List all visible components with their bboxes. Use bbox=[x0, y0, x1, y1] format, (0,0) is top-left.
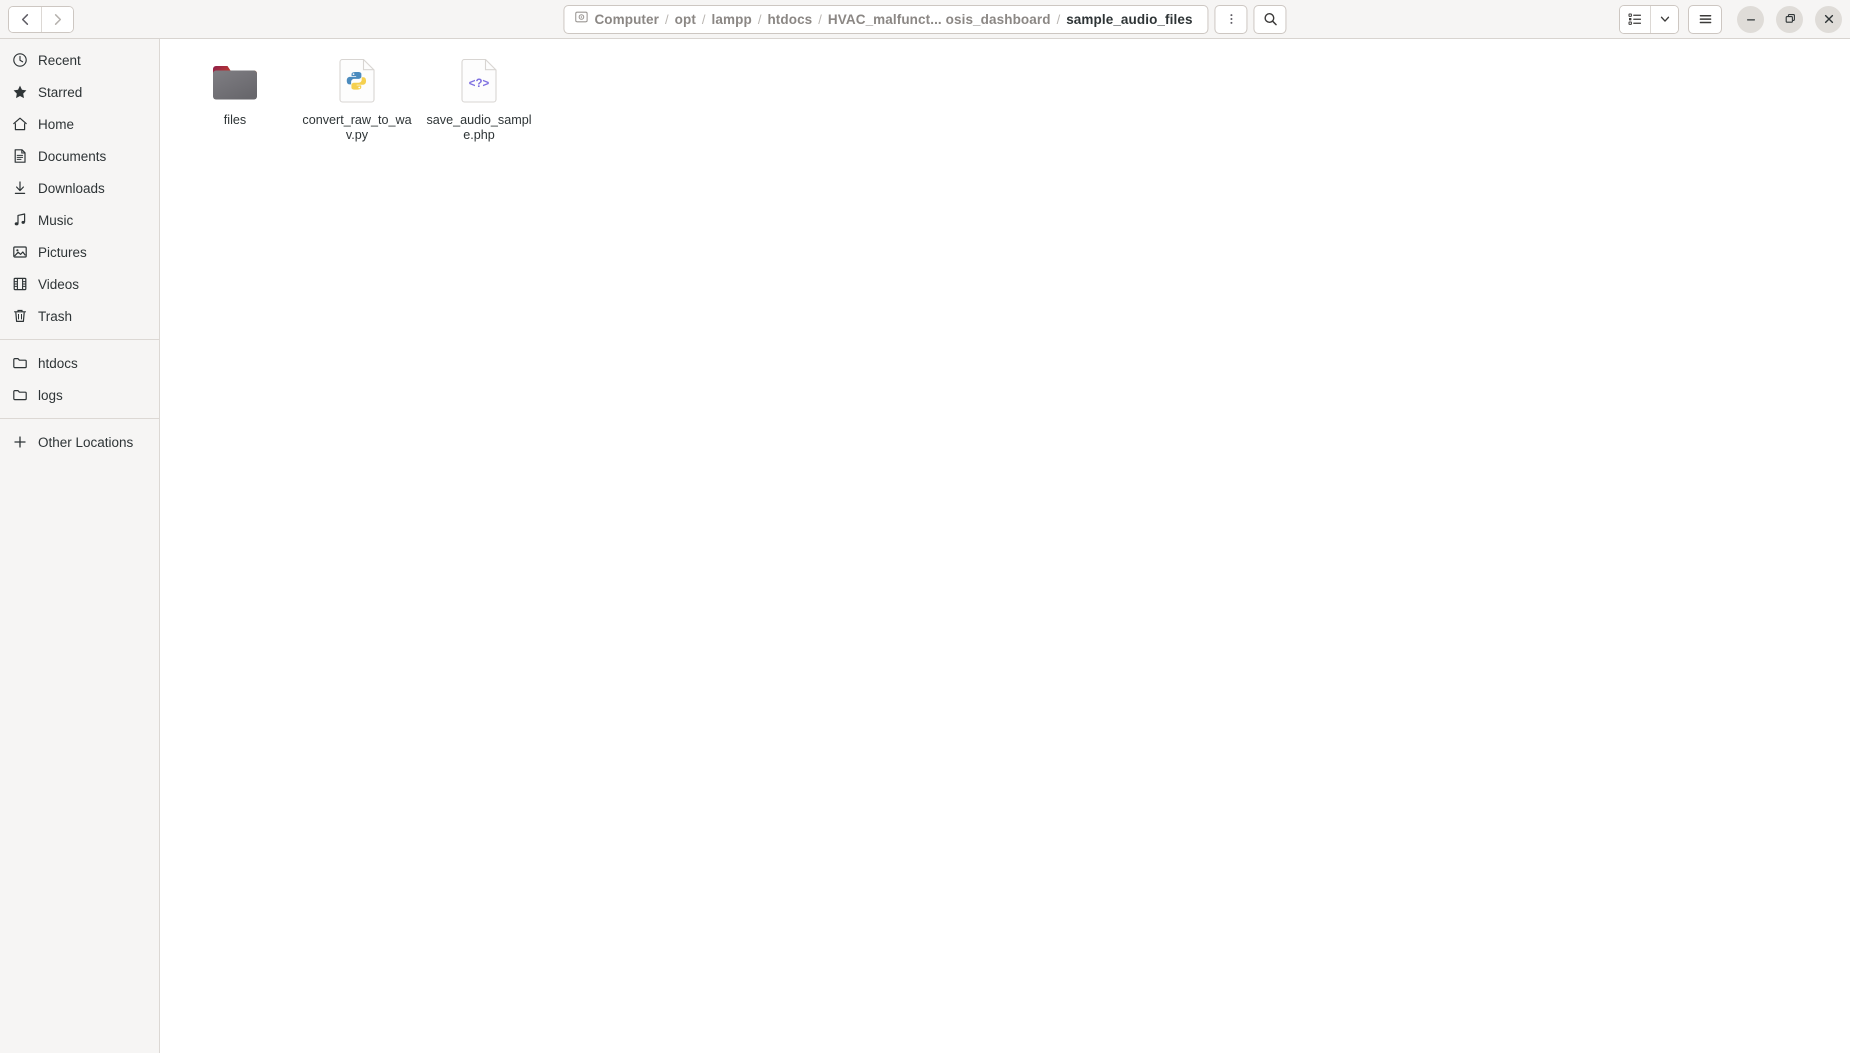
plus-icon bbox=[12, 434, 28, 450]
php-file-icon: <?> bbox=[451, 57, 507, 107]
file-grid-area[interactable]: files convert_raw_to_wav.py <?> save_aud… bbox=[160, 39, 1850, 1053]
star-icon bbox=[12, 84, 28, 100]
home-icon bbox=[12, 116, 28, 132]
breadcrumb-item-computer[interactable]: Computer bbox=[594, 12, 664, 27]
path-options-menu-button[interactable] bbox=[1214, 4, 1248, 34]
file-name-label: save_audio_sample.php bbox=[426, 113, 532, 142]
breadcrumb-item-current[interactable]: sample_audio_files bbox=[1061, 12, 1197, 27]
view-options-dropdown[interactable] bbox=[1650, 5, 1678, 33]
sidebar-item-htdocs[interactable]: htdocs bbox=[0, 347, 159, 379]
main-menu-button[interactable] bbox=[1688, 4, 1722, 34]
maximize-icon bbox=[1785, 14, 1795, 23]
header-right-controls bbox=[1619, 4, 1842, 34]
file-item-folder[interactable]: files bbox=[174, 51, 296, 150]
download-icon bbox=[12, 180, 28, 196]
list-view-icon bbox=[1628, 13, 1641, 25]
trash-icon bbox=[12, 308, 28, 324]
folder-icon bbox=[207, 57, 263, 107]
sidebar-divider bbox=[0, 418, 159, 419]
view-controls-group bbox=[1619, 4, 1679, 34]
sidebar-item-music[interactable]: Music bbox=[0, 204, 159, 236]
sidebar-item-label: Recent bbox=[38, 52, 81, 68]
breadcrumb-item-htdocs[interactable]: htdocs bbox=[762, 12, 817, 27]
file-name-label: files bbox=[223, 113, 247, 127]
header-bar: Computer / opt / lampp / htdocs / HVAC_m… bbox=[0, 0, 1850, 39]
sidebar-item-label: Documents bbox=[38, 148, 107, 164]
file-grid: files convert_raw_to_wav.py <?> save_aud… bbox=[174, 51, 1850, 150]
sidebar-item-recent[interactable]: Recent bbox=[0, 44, 159, 76]
file-item-php[interactable]: <?> save_audio_sample.php bbox=[418, 51, 540, 150]
sidebar-item-label: Pictures bbox=[38, 244, 87, 260]
breadcrumb-item-opt[interactable]: opt bbox=[670, 12, 701, 27]
back-button[interactable] bbox=[9, 6, 41, 32]
file-manager-window: Computer / opt / lampp / htdocs / HVAC_m… bbox=[0, 0, 1850, 1053]
close-icon bbox=[1824, 14, 1833, 24]
sidebar-item-pictures[interactable]: Pictures bbox=[0, 236, 159, 268]
sidebar-item-logs[interactable]: logs bbox=[0, 379, 159, 411]
sidebar-item-label: Music bbox=[38, 212, 74, 228]
minimize-button[interactable] bbox=[1737, 5, 1764, 33]
sidebar-item-trash[interactable]: Trash bbox=[0, 300, 159, 332]
forward-button[interactable] bbox=[41, 6, 73, 32]
maximize-button[interactable] bbox=[1776, 5, 1803, 33]
folder-outline-icon bbox=[12, 387, 28, 403]
python-file-icon bbox=[329, 57, 385, 107]
sidebar-item-label: Home bbox=[38, 116, 75, 132]
navigation-group bbox=[8, 5, 74, 33]
music-note-icon bbox=[12, 212, 28, 228]
search-button[interactable] bbox=[1253, 4, 1287, 34]
close-button[interactable] bbox=[1815, 5, 1842, 33]
sidebar-item-label: Trash bbox=[38, 308, 73, 324]
picture-icon bbox=[12, 244, 28, 260]
path-area: Computer / opt / lampp / htdocs / HVAC_m… bbox=[563, 4, 1287, 34]
vertical-dots-icon bbox=[1230, 14, 1233, 24]
sidebar-item-downloads[interactable]: Downloads bbox=[0, 172, 159, 204]
window-controls bbox=[1737, 5, 1842, 33]
sidebar-item-label: Downloads bbox=[38, 180, 105, 196]
sidebar-item-documents[interactable]: Documents bbox=[0, 140, 159, 172]
sidebar-item-label: Starred bbox=[38, 84, 83, 100]
sidebar: Recent Starred Home Documents Downloads … bbox=[0, 39, 160, 1053]
window-body: Recent Starred Home Documents Downloads … bbox=[0, 39, 1850, 1053]
sidebar-item-label: logs bbox=[38, 387, 63, 403]
breadcrumb: Computer / opt / lampp / htdocs / HVAC_m… bbox=[563, 4, 1209, 34]
clock-icon bbox=[12, 52, 28, 68]
search-icon bbox=[1264, 12, 1277, 26]
document-icon bbox=[12, 148, 28, 164]
breadcrumb-item-lampp[interactable]: lampp bbox=[707, 12, 757, 27]
svg-text:<?>: <?> bbox=[469, 78, 490, 90]
view-list-button[interactable] bbox=[1620, 5, 1650, 33]
file-name-label: convert_raw_to_wav.py bbox=[302, 113, 412, 142]
sidebar-item-label: htdocs bbox=[38, 355, 78, 371]
sidebar-item-label: Videos bbox=[38, 276, 80, 292]
file-item-python[interactable]: convert_raw_to_wav.py bbox=[296, 51, 418, 150]
sidebar-item-starred[interactable]: Starred bbox=[0, 76, 159, 108]
chevron-down-icon bbox=[1660, 16, 1669, 22]
hamburger-icon bbox=[1699, 15, 1711, 24]
breadcrumb-root[interactable]: Computer bbox=[572, 10, 664, 29]
sidebar-item-home[interactable]: Home bbox=[0, 108, 159, 140]
sidebar-item-videos[interactable]: Videos bbox=[0, 268, 159, 300]
computer-icon bbox=[574, 10, 588, 29]
minimize-icon bbox=[1746, 19, 1755, 21]
folder-outline-icon bbox=[12, 355, 28, 371]
sidebar-item-label: Other Locations bbox=[38, 434, 134, 450]
sidebar-divider bbox=[0, 339, 159, 340]
film-icon bbox=[12, 276, 28, 292]
breadcrumb-item-dashboard[interactable]: HVAC_malfunct... osis_dashboard bbox=[823, 12, 1056, 27]
sidebar-item-other-locations[interactable]: Other Locations bbox=[0, 426, 159, 458]
